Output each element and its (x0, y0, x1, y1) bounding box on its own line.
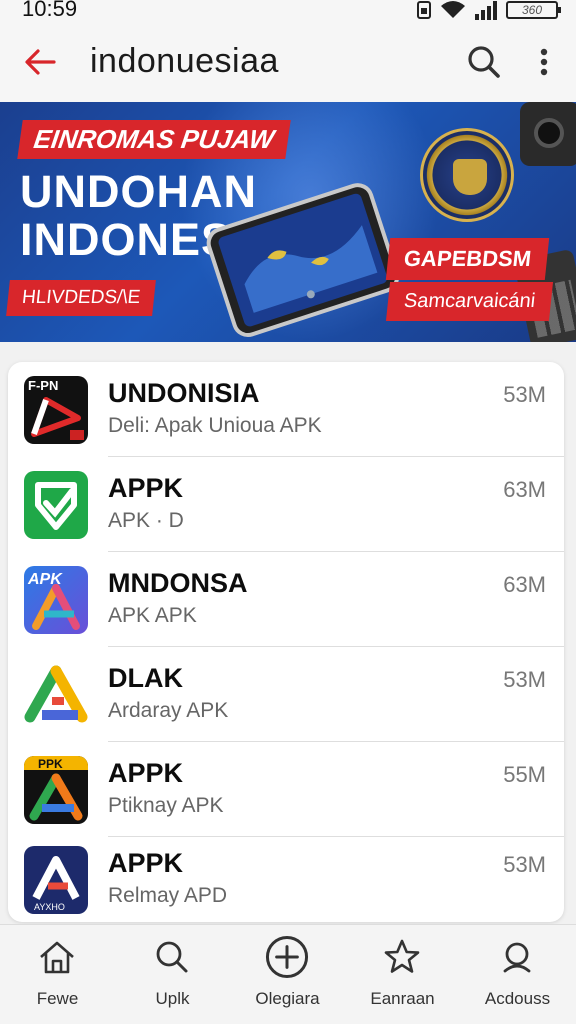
app-name: APPK (108, 473, 184, 503)
nav-label: Eanraan (370, 989, 435, 1008)
search-icon (156, 941, 188, 973)
nav-label: Acdouss (484, 989, 551, 1008)
banner-tag-top: EINROMAS PUJAW (17, 120, 291, 159)
list-item[interactable]: DLAK Ardaray APK 53M (8, 647, 564, 742)
nav-label: Fewe (36, 989, 79, 1008)
search-icon[interactable] (464, 42, 504, 82)
play-arrow-icon: F-PN (28, 378, 84, 440)
status-time: 10:59 (22, 0, 78, 21)
app-icon-dlak (24, 661, 88, 729)
list-item[interactable]: F-PN UNDONISIA Deli: Apak Unioua APK 53M (8, 362, 564, 457)
app-icon-appk-2: PPK (24, 756, 88, 824)
app-subtitle: APK APK (108, 604, 197, 627)
app-list: F-PN UNDONISIA Deli: Apak Unioua APK 53M… (8, 362, 564, 922)
nav-item-add[interactable]: Olegiara (230, 925, 345, 1024)
camera-image (520, 102, 576, 166)
nav-label: Uplk (155, 989, 190, 1008)
search-query[interactable]: indonuesiaa (90, 42, 279, 81)
sim-icon (417, 1, 431, 19)
app-size: 53M (503, 667, 546, 692)
app-icon-appk-3: AYXHO (24, 846, 88, 914)
promo-banner[interactable]: EINROMAS PUJAW UNDOHAN INDONESIA HLIVDED… (0, 102, 576, 342)
back-arrow-icon[interactable] (20, 42, 60, 82)
app-name: APPK (108, 758, 184, 788)
banner-tag-right-1: GAPEBDSM (385, 238, 550, 280)
app-size: 55M (503, 762, 546, 787)
app-name: UNDONISIA (108, 378, 260, 408)
app-icon-label: F-PN (28, 378, 58, 393)
signal-icon (475, 1, 497, 20)
wifi-icon (441, 1, 465, 18)
nav-item-search[interactable]: Uplk (115, 925, 230, 1024)
nav-label: Olegiara (255, 989, 320, 1008)
smartphone-image (206, 183, 400, 338)
more-vert-icon[interactable] (530, 42, 558, 82)
app-icon-label: AYXHO (34, 902, 65, 912)
app-icon-label: PPK (38, 757, 63, 771)
home-icon (40, 941, 74, 974)
list-item[interactable]: AYXHO APPK Relmay APD 53M (8, 832, 564, 922)
app-size: 53M (503, 382, 546, 407)
star-icon (384, 939, 420, 973)
app-subtitle: Ptiknay APK (108, 794, 224, 817)
app-subtitle: Relmay APD (108, 884, 228, 907)
app-name: DLAK (108, 663, 183, 693)
status-bar: 10:59 360 (0, 0, 576, 24)
app-size: 53M (503, 852, 546, 877)
battery-icon: 360 (506, 1, 561, 19)
drive-triangle-icon (24, 665, 88, 723)
nav-item-star[interactable]: Eanraan (345, 925, 460, 1024)
bottom-nav: Fewe Uplk Olegiara Eanraan Acdouss (0, 924, 576, 1024)
list-item[interactable]: PPK APPK Ptiknay APK 55M (8, 742, 564, 837)
banner-tag-left: HLIVDEDS/\E (6, 280, 157, 316)
app-icon-undonisia: F-PN (24, 376, 88, 444)
app-name: MNDONSA (108, 568, 248, 598)
emblem-logo (420, 128, 514, 222)
status-icons: 360 (416, 0, 561, 20)
app-icon-mndonsa: APK (24, 566, 88, 634)
app-size: 63M (503, 477, 546, 502)
list-item[interactable]: APPK APK · D 63M (8, 457, 564, 552)
app-subtitle: Ardaray APK (108, 699, 229, 722)
triangle-logo-icon: APK (27, 571, 80, 630)
nav-item-home[interactable]: Fewe (0, 925, 115, 1024)
add-circle-icon (265, 935, 309, 979)
a-letter-icon: AYXHO (32, 856, 80, 912)
top-app-bar: indonuesiaa (0, 24, 576, 102)
app-icon-appk (24, 471, 88, 539)
nav-item-account[interactable]: Acdouss (460, 925, 575, 1024)
camera-lens (534, 118, 564, 148)
list-item[interactable]: APK MNDONSA APK APK 63M (8, 552, 564, 647)
app-subtitle: Deli: Apak Unioua APK (108, 414, 322, 437)
account-icon (503, 942, 531, 973)
banner-tag-right-2: Samcarvaicáni (385, 282, 554, 321)
app-subtitle: APK · D (108, 509, 184, 532)
app-size: 63M (503, 572, 546, 597)
triangle-logo-icon: PPK (24, 756, 88, 821)
app-name: APPK (108, 848, 184, 878)
check-shield-icon (35, 482, 77, 530)
emblem-shield (453, 159, 487, 195)
